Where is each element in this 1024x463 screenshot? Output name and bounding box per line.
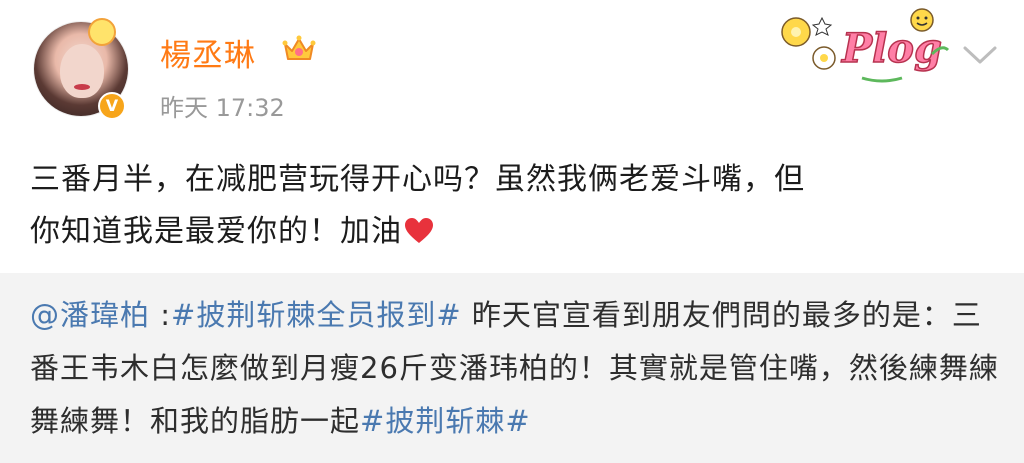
hashtag-link[interactable]: #披荆斩棘全员报到# [171, 298, 462, 332]
mention-link[interactable]: @潘瑋柏 [30, 298, 150, 332]
weibo-post: V 楊丞琳 昨天 17:32 Plog 三番月半，在减肥营玩得开心吗？虽然我俩老… [0, 0, 1024, 273]
plog-sticker-icon: Plog [781, 8, 950, 83]
post-text: 三番月半，在减肥营玩得开心吗？虽然我俩老爱斗嘴，但 你知道我是最爱你的！加油 [30, 154, 990, 258]
repost-text: @潘瑋柏 :#披荆斩棘全员报到# 昨天官宣看到朋友們問的最多的是：三番王韦木白怎… [30, 289, 1000, 448]
plog-sticker-text: Plog [841, 25, 942, 72]
mention-separator: : [150, 298, 172, 332]
heart-icon [405, 218, 433, 243]
crown-icon [282, 35, 316, 60]
repost-block[interactable]: @潘瑋柏 :#披荆斩棘全员报到# 昨天官宣看到朋友們問的最多的是：三番王韦木白怎… [0, 273, 1024, 463]
avatar-lips [74, 84, 90, 90]
avatar-decoration-icon [88, 18, 116, 46]
post-timestamp: 昨天 17:32 [160, 94, 285, 122]
hashtag-link[interactable]: #披荆斩棘# [360, 404, 531, 438]
verified-badge-icon: V [98, 92, 126, 120]
post-text-segment: 你知道我是最爱你的！加油 [30, 214, 402, 249]
post-text-line: 三番月半，在减肥营玩得开心吗？虽然我俩老爱斗嘴，但 [30, 162, 805, 197]
post-text-line: 你知道我是最爱你的！加油 [30, 206, 990, 258]
chevron-down-icon[interactable] [962, 44, 998, 66]
username[interactable]: 楊丞琳 [160, 30, 256, 75]
